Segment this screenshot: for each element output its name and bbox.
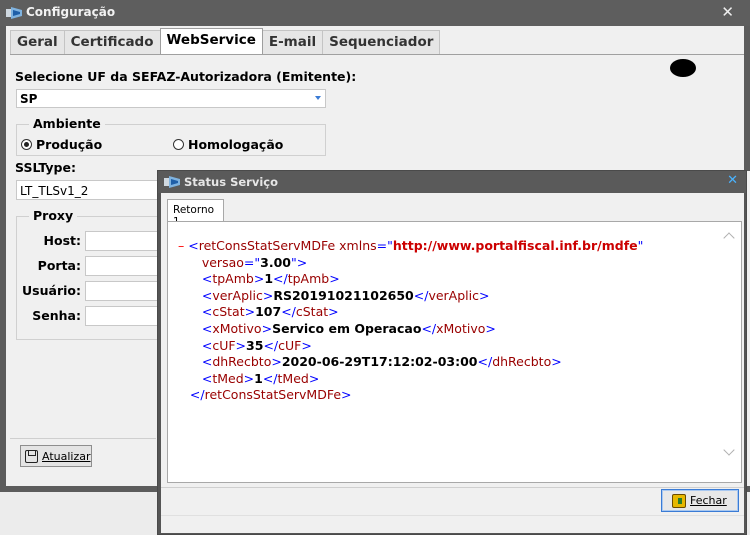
- tab-email[interactable]: E-mail: [261, 30, 324, 54]
- proxy-porta-input[interactable]: [85, 256, 165, 276]
- xml-content: – <retConsStatServMDFe xmlns="http://www…: [178, 238, 643, 404]
- app-icon: [6, 7, 22, 19]
- status-dialog: Status Serviço ✕ Retorno 1 – <retConsSta…: [157, 170, 747, 535]
- radio-producao-label: Produção: [36, 137, 103, 152]
- proxy-porta-label: Porta:: [37, 258, 81, 273]
- xml-element: <tpAmb>1</tpAmb>: [201, 271, 340, 287]
- tab-webservice[interactable]: WebService: [159, 28, 263, 54]
- config-titlebar[interactable]: Configuração ✕: [0, 0, 750, 26]
- fechar-label: Fechar: [690, 494, 727, 507]
- ssl-select[interactable]: LT_TLSv1_2: [16, 180, 166, 200]
- radio-unchecked-icon[interactable]: [173, 139, 184, 150]
- dialog-footer: [161, 515, 744, 533]
- radio-homologacao-label: Homologação: [188, 137, 284, 152]
- status-body: Retorno 1 – <retConsStatServMDFe xmlns="…: [161, 193, 744, 533]
- chevron-down-icon[interactable]: [315, 96, 321, 100]
- uf-select[interactable]: SP: [16, 89, 326, 108]
- tab-retorno-1[interactable]: Retorno 1: [167, 199, 224, 228]
- uf-select-value: SP: [20, 92, 38, 106]
- ssl-label: SSLType:: [15, 160, 76, 175]
- tab-sequenciador[interactable]: Sequenciador: [322, 30, 441, 54]
- ambiente-legend: Ambiente: [29, 116, 105, 131]
- xml-viewer[interactable]: – <retConsStatServMDFe xmlns="http://www…: [167, 221, 742, 483]
- atualizar-label: Atualizar: [42, 449, 91, 463]
- dialog-divider: [161, 487, 744, 488]
- bottom-divider: [10, 438, 156, 439]
- uf-label: Selecione UF da SEFAZ-Autorizadora (Emit…: [15, 69, 357, 84]
- save-disk-icon: [25, 449, 38, 463]
- xml-element: <dhRecbto>2020-06-29T17:12:02-03:00</dhR…: [201, 354, 562, 370]
- proxy-group: Proxy Host: Porta: Usuário: Senha:: [16, 208, 166, 340]
- radio-checked-icon[interactable]: [21, 139, 32, 150]
- tab-geral[interactable]: Geral: [10, 30, 65, 54]
- radio-producao[interactable]: Produção: [21, 137, 102, 152]
- xml-element: <xMotivo>Servico em Operacao</xMotivo>: [201, 320, 496, 336]
- close-icon[interactable]: ✕: [721, 3, 734, 21]
- fechar-button[interactable]: Fechar: [661, 489, 739, 512]
- proxy-usuario-input[interactable]: [85, 281, 165, 301]
- status-titlebar[interactable]: Status Serviço ✕: [158, 171, 746, 193]
- xml-element: <cUF>35</cUF>: [201, 337, 312, 353]
- window-edge: [744, 26, 750, 171]
- radio-homologacao[interactable]: Homologação: [173, 137, 283, 152]
- proxy-usuario-label: Usuário:: [22, 283, 81, 298]
- proxy-host-input[interactable]: [85, 231, 165, 251]
- scroll-down-icon[interactable]: [723, 444, 735, 456]
- proxy-senha-input[interactable]: [85, 306, 165, 326]
- xml-element: <verAplic>RS20191021102650</verAplic>: [201, 287, 490, 303]
- proxy-legend: Proxy: [29, 208, 78, 223]
- redaction-blob: [670, 59, 696, 77]
- xml-element: <cStat>107</cStat>: [201, 304, 339, 320]
- collapse-toggle-icon[interactable]: –: [178, 238, 188, 253]
- config-title: Configuração: [26, 5, 116, 19]
- ssl-select-value: LT_TLSv1_2: [20, 184, 89, 198]
- xml-versao-line: versao="3.00">: [201, 254, 308, 270]
- app-icon: [164, 176, 180, 188]
- proxy-host-label: Host:: [43, 233, 81, 248]
- tab-certificado[interactable]: Certificado: [63, 30, 161, 54]
- atualizar-button[interactable]: Atualizar: [20, 445, 92, 467]
- status-title: Status Serviço: [184, 175, 278, 189]
- tab-divider: [10, 54, 750, 55]
- exit-door-icon: [672, 493, 686, 508]
- xml-root-close: </retConsStatServMDFe>: [189, 387, 352, 403]
- tab-strip: Geral Certificado WebService E-mail Sequ…: [10, 28, 441, 54]
- xml-root-open: – <retConsStatServMDFe xmlns="http://www…: [178, 238, 644, 253]
- close-icon[interactable]: ✕: [727, 173, 738, 188]
- ambiente-group: Ambiente Produção Homologação: [16, 116, 326, 156]
- scroll-up-icon[interactable]: [723, 232, 735, 244]
- proxy-senha-label: Senha:: [32, 308, 81, 323]
- xml-element: <tMed>1</tMed>: [201, 370, 320, 386]
